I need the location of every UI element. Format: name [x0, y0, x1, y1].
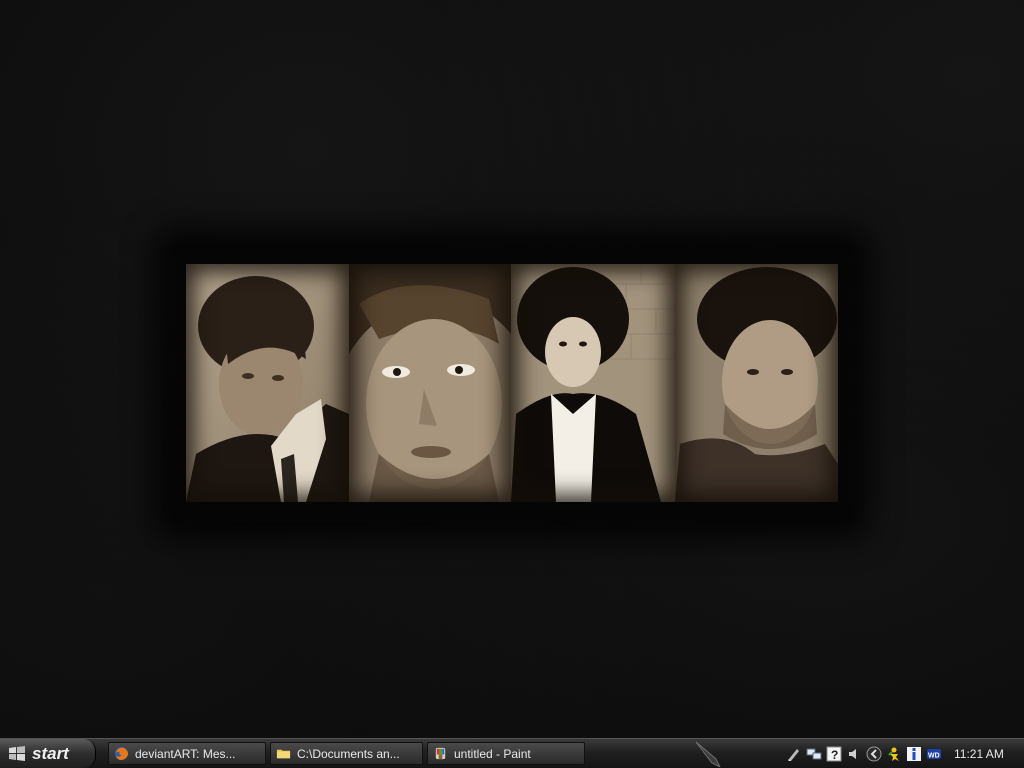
start-label: start: [32, 743, 69, 763]
volume-icon[interactable]: [846, 746, 862, 762]
firefox-icon: [114, 746, 129, 761]
svg-text:WD: WD: [928, 752, 940, 759]
messenger-icon[interactable]: [886, 746, 902, 762]
taskbar-item-label: C:\Documents an...: [297, 746, 400, 761]
taskbar-item-paint[interactable]: untitled - Paint: [427, 742, 585, 765]
network-icon[interactable]: [806, 746, 822, 762]
info-icon[interactable]: [906, 746, 922, 762]
clock[interactable]: 11:21 AM: [954, 747, 1004, 761]
taskbar-item-label: untitled - Paint: [454, 746, 531, 761]
taskbar-item-label: deviantART: Mes...: [135, 746, 236, 761]
system-tray: ? WD 11:21 AM: [786, 741, 1024, 766]
svg-text:?: ?: [831, 748, 838, 762]
taskbar-divider-icon: [695, 741, 721, 767]
photo-collage: [186, 264, 838, 502]
portrait-photo-3: [511, 264, 675, 502]
portrait-photo-2: [349, 264, 511, 502]
taskbar-item-explorer[interactable]: C:\Documents an...: [270, 742, 423, 765]
expand-arrow-icon[interactable]: [866, 746, 882, 762]
help-icon[interactable]: ?: [826, 746, 842, 762]
start-button[interactable]: start: [0, 739, 96, 768]
desktop: [0, 0, 1024, 738]
windows-logo-icon: [9, 745, 25, 761]
portrait-photo-1: [186, 264, 349, 502]
taskbar: start deviantART: Mes... C:\Documents an…: [0, 738, 1024, 768]
pen-icon[interactable]: [786, 746, 802, 762]
wd-icon[interactable]: WD: [926, 746, 942, 762]
taskbar-item-firefox[interactable]: deviantART: Mes...: [108, 742, 266, 765]
portrait-photo-4: [675, 264, 838, 502]
paint-icon: [435, 747, 446, 760]
folder-icon: [276, 749, 291, 759]
